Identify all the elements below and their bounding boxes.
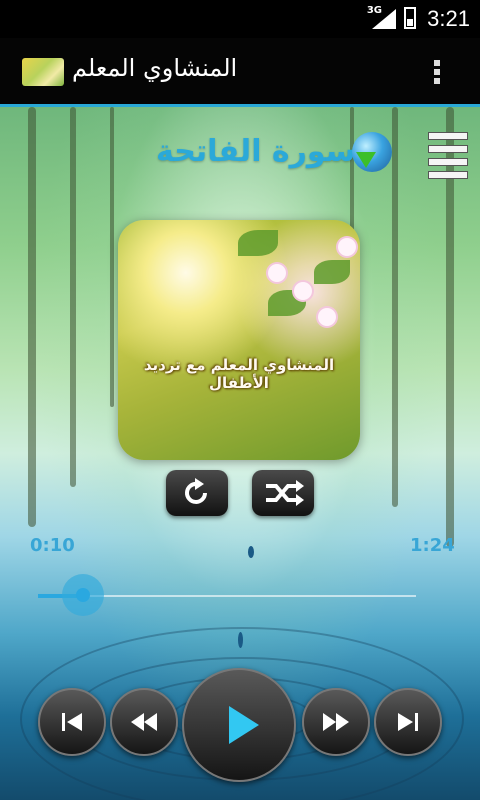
skip-previous-button[interactable] (38, 688, 106, 756)
rewind-icon (131, 713, 157, 731)
blossom-decoration (268, 264, 286, 282)
repeat-icon (185, 478, 207, 504)
rewind-button[interactable] (110, 688, 178, 756)
play-button[interactable] (182, 668, 296, 782)
repeat-button[interactable] (166, 470, 228, 516)
playlist-menu-icon[interactable] (428, 132, 468, 179)
seek-bar-thumb[interactable] (62, 574, 104, 616)
tree-trunk-decoration (110, 107, 114, 407)
tree-trunk-decoration (70, 107, 76, 487)
fast-forward-button[interactable] (302, 688, 370, 756)
blossom-decoration (338, 238, 356, 256)
album-artwork: المنشاوي المعلم مع ترديد الأطفال (118, 220, 360, 460)
leaf-decoration (314, 260, 350, 284)
fast-forward-icon (323, 713, 349, 731)
blossom-decoration (318, 308, 336, 326)
tree-trunk-decoration (392, 107, 398, 507)
total-duration: 1:24 (410, 535, 455, 556)
app-logo[interactable] (22, 58, 64, 86)
battery-icon (404, 7, 416, 29)
water-drop-decoration (248, 546, 254, 558)
status-time: 3:21 (427, 6, 470, 31)
water-drop-decoration (238, 632, 243, 648)
shuffle-button[interactable] (252, 470, 314, 516)
elapsed-time: 0:10 (30, 535, 75, 556)
globe-download-icon[interactable] (352, 132, 392, 172)
blossom-decoration (294, 282, 312, 300)
status-bar: 3G 3:21 (0, 0, 480, 38)
signal-icon (372, 9, 396, 29)
tree-trunk-decoration (28, 107, 36, 527)
artwork-caption: المنشاوي المعلم مع ترديد الأطفال (143, 356, 335, 392)
skip-next-button[interactable] (374, 688, 442, 756)
leaf-decoration (238, 230, 278, 256)
app-title: المنشاوي المعلم (72, 54, 238, 82)
skip-next-icon (398, 713, 418, 731)
play-icon (229, 706, 259, 744)
skip-previous-icon (62, 713, 82, 731)
shuffle-icon (266, 480, 304, 506)
surah-title: سورة الفاتحة (156, 134, 356, 169)
overflow-menu-icon[interactable] (430, 58, 444, 88)
